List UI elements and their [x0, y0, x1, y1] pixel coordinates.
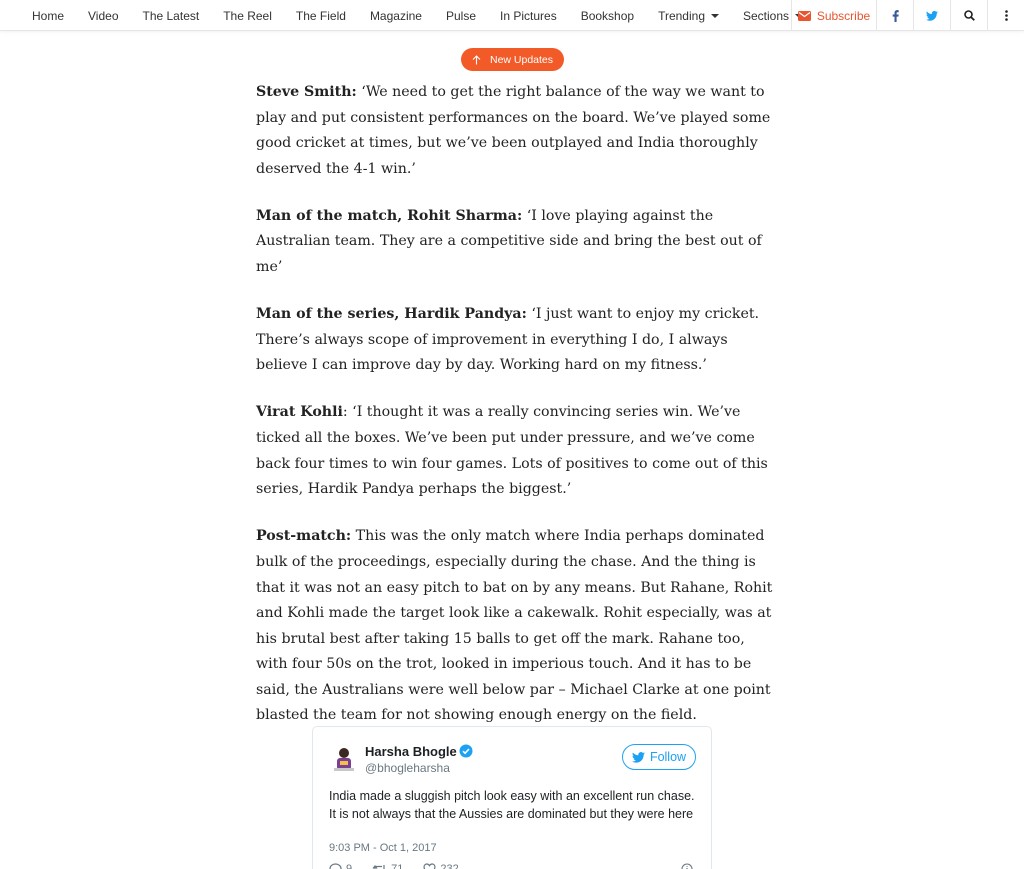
search-button[interactable]: [950, 0, 987, 31]
twitter-bird-icon: [631, 751, 645, 763]
follow-button[interactable]: Follow: [622, 744, 696, 770]
verified-badge-icon: [459, 744, 473, 758]
avatar[interactable]: [331, 744, 357, 774]
nav-item-label: Sections: [743, 8, 790, 23]
nav-item-label: Trending: [658, 8, 705, 23]
paragraph-text: This was the only match where India perh…: [256, 528, 773, 724]
top-navigation-bar: Home Video The Latest The Reel The Field…: [0, 0, 1024, 31]
nav-item-label: Home: [32, 8, 65, 23]
new-updates-label: New Updates: [489, 53, 554, 66]
nav-item-trending[interactable]: Trending: [646, 0, 731, 31]
nav-item-bookshop[interactable]: Bookshop: [569, 0, 646, 31]
nav-actions: Subscribe: [791, 0, 1024, 31]
caret-down-icon: [711, 13, 719, 18]
nav-item-magazine[interactable]: Magazine: [358, 0, 434, 31]
article-paragraph: Steve Smith: ‘We need to get the right b…: [256, 80, 776, 182]
nav-links: Home Video The Latest The Reel The Field…: [0, 0, 815, 31]
nav-item-the-field[interactable]: The Field: [284, 0, 358, 31]
article-paragraph: Man of the series, Hardik Pandya: ‘I jus…: [256, 302, 776, 379]
nav-item-pulse[interactable]: Pulse: [434, 0, 488, 31]
more-button[interactable]: [987, 0, 1024, 31]
nav-item-label: The Latest: [142, 8, 200, 23]
reply-count: 9: [346, 863, 353, 869]
nav-item-in-pictures[interactable]: In Pictures: [488, 0, 569, 31]
paragraph-lead: Man of the match, Rohit Sharma:: [256, 207, 523, 224]
like-button[interactable]: 232: [423, 863, 459, 869]
tweet-author-name[interactable]: Harsha Bhogle: [365, 744, 457, 759]
more-vertical-icon: [1004, 10, 1008, 21]
article-paragraph: Virat Kohli: ‘I thought it was a really …: [256, 400, 776, 502]
arrow-up-icon: [472, 54, 481, 64]
follow-label: Follow: [649, 750, 687, 764]
envelope-icon: [797, 10, 811, 21]
search-icon: [963, 10, 975, 21]
tweet-author-handle[interactable]: @bhogleharsha: [365, 761, 450, 775]
nav-item-label: Pulse: [445, 8, 476, 23]
nav-item-label: Magazine: [369, 8, 422, 23]
like-count: 232: [440, 863, 459, 869]
facebook-icon: [892, 9, 899, 22]
paragraph-lead: Post-match:: [256, 528, 352, 545]
tweet-text: India made a sluggish pitch look easy wi…: [329, 789, 695, 821]
tweet-actions: 9 71 232: [329, 863, 459, 869]
nav-item-video[interactable]: Video: [76, 0, 130, 31]
nav-item-home[interactable]: Home: [20, 0, 76, 31]
facebook-button[interactable]: [876, 0, 913, 31]
reply-button[interactable]: 9: [329, 863, 352, 869]
nav-item-label: The Reel: [223, 8, 272, 23]
nav-item-the-reel[interactable]: The Reel: [211, 0, 284, 31]
nav-item-the-latest[interactable]: The Latest: [131, 0, 212, 31]
paragraph-lead: Virat Kohli: [256, 404, 343, 421]
retweet-count: 71: [391, 863, 404, 869]
subscribe-label: Subscribe: [816, 8, 871, 23]
info-icon[interactable]: [681, 863, 693, 869]
paragraph-lead: Man of the series, Hardik Pandya:: [256, 306, 527, 323]
nav-item-label: The Field: [295, 8, 346, 23]
article-body: Steve Smith: ‘We need to get the right b…: [256, 80, 776, 751]
heart-icon: [423, 863, 436, 869]
embedded-tweet: Harsha Bhogle @bhogleharsha Follow India…: [312, 726, 712, 869]
tweet-timestamp[interactable]: 9:03 PM - Oct 1, 2017: [329, 842, 437, 854]
twitter-icon: [926, 10, 938, 21]
retweet-button[interactable]: 71: [372, 863, 403, 869]
nav-item-label: In Pictures: [500, 8, 557, 23]
article-paragraph: Man of the match, Rohit Sharma: ‘I love …: [256, 204, 776, 281]
reply-icon: [329, 863, 342, 869]
twitter-button[interactable]: [913, 0, 950, 31]
article-paragraph: Post-match: This was the only match wher…: [256, 524, 776, 729]
retweet-icon: [372, 864, 385, 869]
nav-item-label: Video: [88, 8, 119, 23]
nav-item-label: Bookshop: [580, 8, 635, 23]
new-updates-button[interactable]: New Updates: [461, 48, 564, 71]
paragraph-lead: Steve Smith:: [256, 84, 357, 100]
subscribe-button[interactable]: Subscribe: [791, 0, 876, 31]
